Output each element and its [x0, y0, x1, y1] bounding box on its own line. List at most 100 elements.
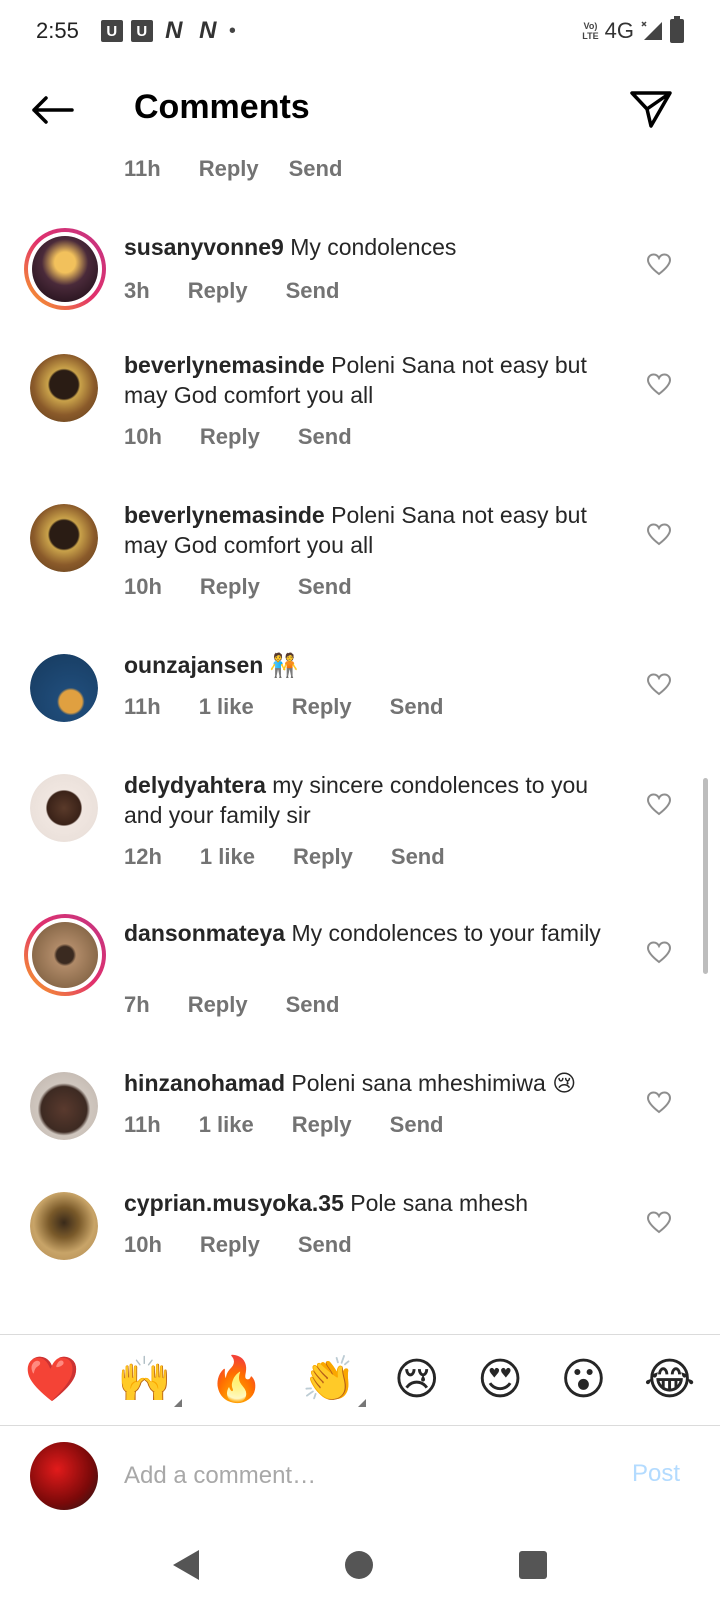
comment-username[interactable]: hinzanohamad: [124, 1070, 285, 1096]
comment-time: 12h: [124, 844, 162, 869]
reply-button[interactable]: Reply: [292, 1112, 352, 1138]
like-heart-icon[interactable]: [646, 1210, 672, 1236]
reply-button[interactable]: Reply: [200, 1232, 260, 1258]
share-button[interactable]: [626, 84, 676, 134]
page-title: Comments: [134, 88, 310, 126]
reply-button[interactable]: Reply: [293, 844, 353, 870]
comment-likes[interactable]: 1 like: [200, 844, 255, 870]
arrow-left-icon: [32, 96, 74, 124]
reply-button[interactable]: Reply: [292, 694, 352, 720]
comment-text: Poleni sana mheshimiwa 😢: [291, 1070, 577, 1096]
send-button[interactable]: Send: [286, 278, 340, 304]
comment-input[interactable]: [124, 1456, 584, 1496]
like-heart-icon[interactable]: [646, 372, 672, 398]
comment-likes[interactable]: 1 like: [199, 694, 254, 720]
comment-text: 🧑‍🤝‍🧑: [269, 652, 299, 678]
reply-button[interactable]: Reply: [200, 574, 260, 600]
comment-username[interactable]: dansonmateya: [124, 920, 285, 946]
emoji-crying-button[interactable]: 😢: [394, 1355, 440, 1405]
notification-u-icon: U: [130, 20, 153, 42]
avatar[interactable]: [30, 1192, 98, 1260]
notification-u-icon: U: [100, 20, 123, 42]
notification-icons: U U N N •: [100, 17, 236, 44]
emoji-heart-button[interactable]: ❤️: [25, 1355, 80, 1405]
comments-list[interactable]: 11h Reply Send susanyvonne9 My condolenc…: [0, 150, 720, 1330]
send-button[interactable]: Send: [286, 992, 340, 1018]
comment-username[interactable]: delydyahtera: [124, 772, 266, 798]
comment-meta: 11h Reply Send: [124, 156, 342, 182]
comment-likes[interactable]: 1 like: [199, 1112, 254, 1138]
like-heart-icon[interactable]: [646, 522, 672, 548]
like-heart-icon[interactable]: [646, 252, 672, 278]
comment-username[interactable]: beverlynemasinde: [124, 502, 325, 528]
like-heart-icon[interactable]: [646, 940, 672, 966]
comment-username[interactable]: ounzajansen: [124, 652, 263, 678]
status-bar: 2:55 U U N N • Vo) LTE 4G: [0, 0, 720, 62]
comment-meta: 7h Reply Send: [124, 992, 377, 1018]
status-indicators: Vo) LTE 4G: [582, 16, 684, 44]
send-button[interactable]: Send: [289, 156, 343, 182]
nav-home-icon[interactable]: [345, 1551, 373, 1579]
comment-username[interactable]: beverlynemasinde: [124, 352, 325, 378]
send-button[interactable]: Send: [298, 574, 352, 600]
emoji-reaction-bar: ❤️ 🙌 🔥 👏 😢 😍 😮 😂: [0, 1334, 720, 1426]
like-heart-icon[interactable]: [646, 1090, 672, 1116]
comment-text: My condolences: [290, 234, 457, 260]
comment-meta: 10h Reply Send: [124, 1232, 390, 1258]
status-time: 2:55: [36, 18, 79, 43]
comment-time: 10h: [124, 424, 162, 449]
comment-text: Pole sana mhesh: [350, 1190, 529, 1216]
send-button[interactable]: Send: [390, 1112, 444, 1138]
signal-icon: [641, 21, 662, 40]
send-button[interactable]: Send: [298, 424, 352, 450]
avatar[interactable]: [30, 1072, 98, 1140]
comment-time: 10h: [124, 574, 162, 599]
emoji-raised-hands-button[interactable]: 🙌: [117, 1355, 182, 1407]
comment-meta: 12h 1 like Reply Send: [124, 844, 483, 870]
system-nav-bar: [0, 1530, 720, 1600]
skin-tone-indicator-icon: [358, 1399, 367, 1407]
avatar[interactable]: [24, 914, 106, 996]
avatar[interactable]: [30, 504, 98, 572]
send-button[interactable]: Send: [298, 1232, 352, 1258]
header: Comments: [0, 62, 720, 162]
comment-username[interactable]: cyprian.musyoka.35: [124, 1190, 344, 1216]
send-button[interactable]: Send: [391, 844, 445, 870]
paper-plane-icon: [630, 91, 672, 128]
back-button[interactable]: [28, 86, 76, 134]
nav-back-icon[interactable]: [173, 1550, 199, 1580]
notification-n-icon: N: [199, 17, 217, 44]
emoji-fire-button[interactable]: 🔥: [209, 1355, 264, 1405]
reply-button[interactable]: Reply: [199, 156, 259, 182]
comment-meta: 10h Reply Send: [124, 424, 390, 450]
avatar[interactable]: [30, 354, 98, 422]
emoji-surprised-button[interactable]: 😮: [560, 1355, 606, 1405]
comment-time: 11h: [124, 156, 161, 181]
reply-button[interactable]: Reply: [188, 992, 248, 1018]
emoji-laughing-button[interactable]: 😂: [644, 1355, 695, 1405]
post-button[interactable]: Post: [632, 1460, 680, 1488]
emoji-heart-eyes-button[interactable]: 😍: [477, 1355, 523, 1405]
send-button[interactable]: Send: [390, 694, 444, 720]
comment-time: 11h: [124, 1112, 161, 1137]
comment-meta: 11h 1 like Reply Send: [124, 694, 481, 720]
comment-time: 7h: [124, 992, 150, 1017]
emoji-clap-button[interactable]: 👏: [302, 1355, 367, 1407]
nav-recents-icon[interactable]: [519, 1551, 547, 1579]
reply-button[interactable]: Reply: [188, 278, 248, 304]
comment-username[interactable]: susanyvonne9: [124, 234, 284, 260]
avatar[interactable]: [30, 654, 98, 722]
network-type: 4G: [604, 18, 634, 43]
scrollbar[interactable]: [703, 778, 708, 974]
like-heart-icon[interactable]: [646, 672, 672, 698]
avatar[interactable]: [30, 774, 98, 842]
avatar[interactable]: [24, 228, 106, 310]
volte-icon: Vo) LTE: [582, 21, 599, 41]
comment-text: My condolences to your family: [291, 920, 601, 946]
reply-button[interactable]: Reply: [200, 424, 260, 450]
comment-time: 3h: [124, 278, 150, 303]
notification-n-icon: N: [165, 17, 183, 44]
comment-meta: 3h Reply Send: [124, 278, 377, 304]
like-heart-icon[interactable]: [646, 792, 672, 818]
battery-icon: [670, 16, 684, 43]
